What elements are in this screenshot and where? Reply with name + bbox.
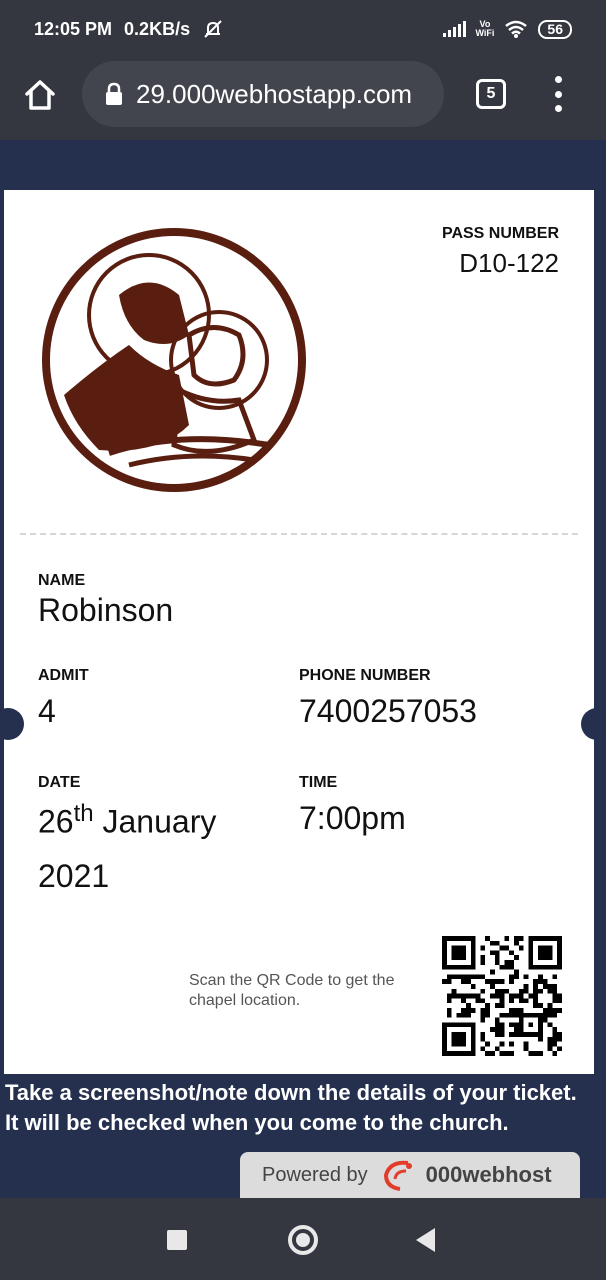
system-nav-bar: [0, 1198, 606, 1280]
time-value: 7:00pm: [299, 800, 406, 836]
date-year: 2021: [38, 858, 110, 894]
ticket-card: PASS NUMBER D10-122 NAME Robinson ADMIT …: [0, 190, 606, 1074]
tab-switcher-button[interactable]: 5: [476, 79, 506, 109]
date-day: 26: [38, 803, 74, 840]
home-nav-icon[interactable]: [288, 1225, 318, 1255]
status-time: 12:05 PM: [34, 18, 113, 39]
status-left: 12:05 PM 0.2KB/s: [34, 18, 224, 40]
instruction-line-2: It will be checked when you come to the …: [5, 1110, 509, 1135]
home-icon[interactable]: [22, 77, 58, 113]
qr-code[interactable]: [442, 936, 562, 1056]
back-icon[interactable]: [416, 1228, 435, 1252]
admit-value: 4: [38, 693, 56, 729]
date-value-line1: 26th January: [38, 800, 216, 841]
network-speed: 0.2KB/s: [124, 18, 191, 39]
url-text: 29.000webhostapp.com: [136, 78, 413, 109]
000webhost-logo-icon: [383, 1160, 412, 1191]
status-right: Vo WiFi 56: [442, 19, 572, 39]
cell-signal-icon: [442, 21, 466, 37]
date-suffix: th: [73, 800, 94, 827]
ticket-divider: [20, 533, 578, 535]
ticket-notch-left: [0, 708, 24, 740]
battery-indicator: 56: [538, 19, 572, 39]
phone-value: 7400257053: [299, 693, 477, 729]
lock-icon: [106, 82, 122, 105]
ticket-notch-right: [581, 708, 606, 740]
instruction-line-1: Take a screenshot/note down the details …: [5, 1080, 577, 1105]
phone-label: PHONE NUMBER: [299, 667, 431, 684]
instruction-note: Take a screenshot/note down the details …: [5, 1078, 601, 1138]
date-label: DATE: [38, 774, 81, 791]
overflow-menu-icon[interactable]: [550, 76, 566, 112]
browser-toolbar: 29.000webhostapp.com 5: [0, 58, 606, 140]
powered-by-badge[interactable]: Powered by 000webhost: [240, 1152, 580, 1198]
pass-number-label: PASS NUMBER: [441, 225, 559, 242]
address-bar[interactable]: 29.000webhostapp.com: [82, 61, 444, 127]
saint-anthony-logo: [42, 228, 306, 492]
powered-by-label: Powered by: [262, 1163, 368, 1186]
wifi-icon: [505, 20, 528, 38]
powered-by-brand: 000webhost: [425, 1162, 552, 1187]
status-bar: 12:05 PM 0.2KB/s Vo WiFi 56: [0, 0, 606, 58]
admit-label: ADMIT: [38, 667, 89, 684]
name-label: NAME: [38, 572, 86, 589]
mute-bell-icon: [204, 20, 222, 38]
recent-apps-icon[interactable]: [167, 1230, 187, 1250]
name-value: Robinson: [38, 592, 174, 628]
qr-instruction: Scan the QR Code to get the chapel locat…: [189, 972, 395, 1009]
date-month: January: [102, 803, 217, 840]
time-label: TIME: [299, 774, 338, 791]
vowifi-icon: Vo WiFi: [475, 19, 495, 38]
pass-number-value: D10-122: [459, 248, 559, 278]
